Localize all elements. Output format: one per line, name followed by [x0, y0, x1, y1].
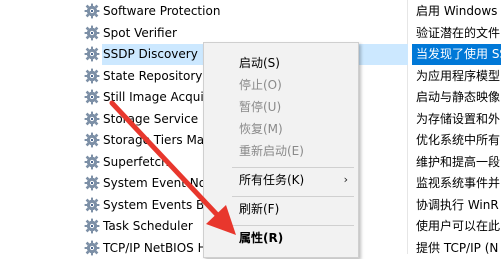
- menu-item-restart-label: 重新启动(E): [239, 140, 304, 162]
- menu-item-all-tasks[interactable]: 所有任务(K) ›: [204, 169, 358, 191]
- menu-separator: [232, 196, 354, 197]
- service-description: 优化系统中所有: [412, 130, 501, 151]
- menu-item-resume[interactable]: 恢复(M): [204, 118, 358, 140]
- gear-icon: [84, 3, 101, 20]
- service-name: Spot Verifier: [102, 23, 408, 44]
- menu-separator: [232, 225, 354, 226]
- gear-icon: [84, 132, 101, 149]
- service-description: 提供 TCP/IP (N: [412, 238, 501, 259]
- context-menu: 启动(S) 停止(O) 暂停(U) 恢复(M) 重新启动(E) 所有任务(K) ›…: [203, 42, 359, 258]
- gear-icon: [84, 46, 101, 63]
- menu-item-pause-label: 暂停(U): [239, 96, 281, 118]
- menu-item-resume-label: 恢复(M): [239, 118, 283, 140]
- service-row[interactable]: Spot Verifier验证潜在的文件: [0, 23, 501, 45]
- service-description: 当发现了使用 SS: [412, 44, 501, 65]
- menu-item-properties-label: 属性(R): [239, 227, 283, 249]
- gear-icon: [84, 218, 101, 235]
- service-description: 使用户可以在此: [412, 216, 501, 237]
- gear-icon: [84, 89, 101, 106]
- service-description: 维护和提高一段: [412, 152, 501, 173]
- menu-item-start[interactable]: 启动(S): [204, 52, 358, 74]
- gear-icon: [84, 154, 101, 171]
- service-description: 协调执行 WinR: [412, 195, 501, 216]
- service-description: 为应用程序模型: [412, 66, 501, 87]
- menu-item-restart[interactable]: 重新启动(E): [204, 140, 358, 162]
- chevron-right-icon: ›: [344, 169, 348, 191]
- gear-icon: [84, 111, 101, 128]
- gear-icon: [84, 68, 101, 85]
- menu-item-refresh[interactable]: 刷新(F): [204, 198, 358, 220]
- menu-item-refresh-label: 刷新(F): [239, 198, 279, 220]
- menu-item-stop-label: 停止(O): [239, 74, 282, 96]
- service-description: 启动与静态映像: [412, 87, 501, 108]
- menu-item-stop[interactable]: 停止(O): [204, 74, 358, 96]
- menu-item-all-tasks-label: 所有任务(K): [239, 169, 304, 191]
- gear-icon: [84, 197, 101, 214]
- service-description: 监视系统事件并: [412, 173, 501, 194]
- menu-item-properties[interactable]: 属性(R): [204, 227, 358, 249]
- menu-item-start-label: 启动(S): [239, 52, 280, 74]
- menu-separator: [232, 167, 354, 168]
- service-description: 启用 Windows: [412, 1, 501, 22]
- menu-item-pause[interactable]: 暂停(U): [204, 96, 358, 118]
- service-name: Software Protection: [102, 1, 408, 22]
- service-description: 验证潜在的文件: [412, 23, 501, 44]
- service-row[interactable]: Software Protection启用 Windows: [0, 1, 501, 23]
- gear-icon: [84, 175, 101, 192]
- gear-icon: [84, 25, 101, 42]
- service-description: 为存储设置和外: [412, 109, 501, 130]
